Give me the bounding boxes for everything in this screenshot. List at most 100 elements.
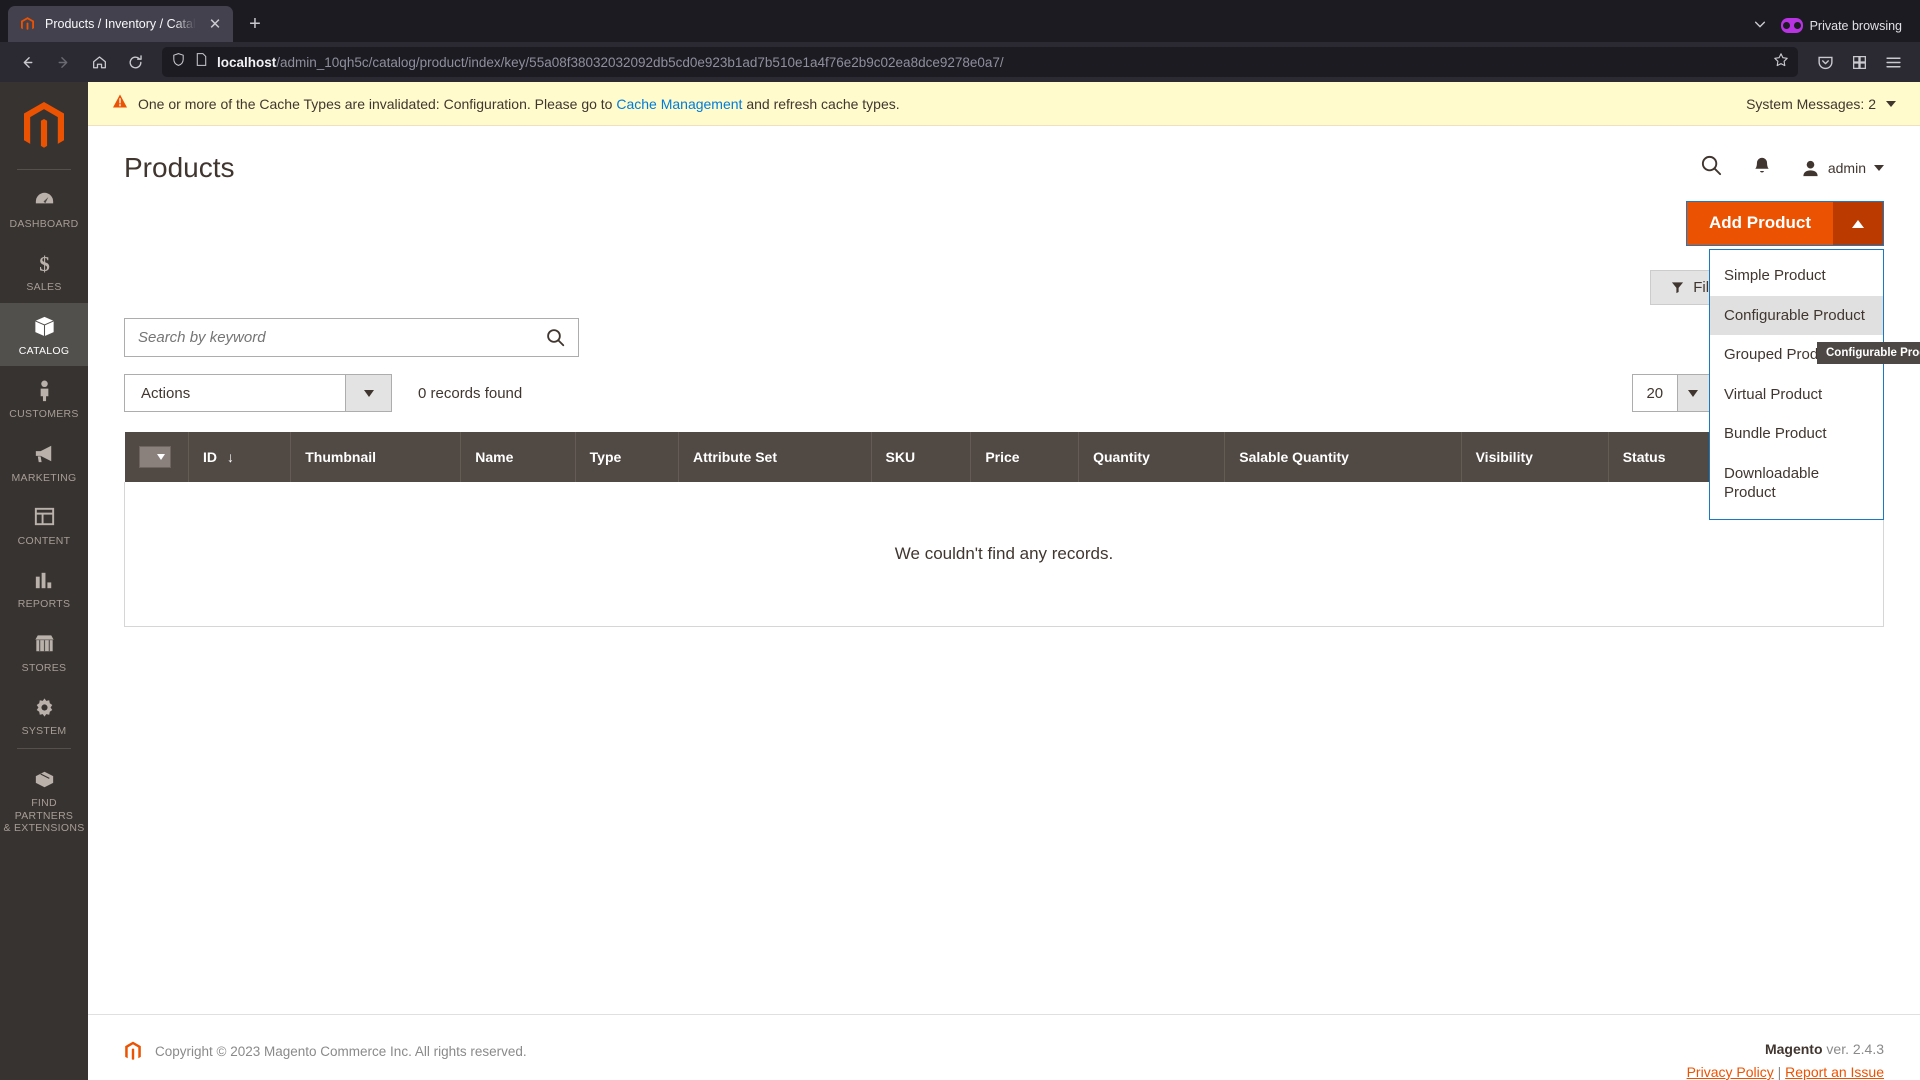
url-bar[interactable]: localhost/admin_10qh5c/catalog/product/i… [162,47,1798,77]
column-visibility[interactable]: Visibility [1461,432,1609,482]
browser-chrome: Products / Inventory / Catalog / ✕ + Pri… [0,0,1920,82]
package-icon [2,766,86,792]
close-icon[interactable]: ✕ [205,14,225,34]
column-attribute-set[interactable]: Attribute Set [678,432,872,482]
caret-up-icon [1852,219,1864,228]
sidebar-item-find-partners[interactable]: FIND PARTNERS & EXTENSIONS [0,755,88,843]
chevron-down-icon[interactable] [1753,17,1767,34]
products-grid: ID ↓ Thumbnail Name Type Attribute Set SK… [124,432,1884,627]
funnel-icon [1671,281,1684,294]
page-title: Products [124,152,235,183]
column-salable-quantity[interactable]: Salable Quantity [1224,432,1462,482]
bell-icon[interactable] [1751,155,1773,182]
person-icon [2,377,86,403]
chevron-down-icon[interactable] [345,375,391,411]
link-separator: | [1773,1064,1786,1080]
per-page-dropdown[interactable]: 20 [1631,374,1710,412]
version-line: Magento ver. 2.4.3 [1687,1041,1884,1057]
main-content: One or more of the Cache Types are inval… [88,82,1920,1080]
caret-glyph [1688,389,1699,397]
menu-item-downloadable-product[interactable]: Downloadable Product [1710,454,1883,513]
search-icon[interactable] [1700,154,1723,182]
actions-dropdown[interactable]: Actions [124,374,392,412]
copyright-text: Copyright © 2023 Magento Commerce Inc. A… [155,1044,527,1059]
add-product-dropdown-toggle[interactable] [1833,202,1883,245]
chevron-down-icon [1874,165,1884,171]
sidebar-item-content[interactable]: CONTENT [0,493,88,556]
megaphone-icon [2,441,86,467]
column-id[interactable]: ID ↓ [188,432,292,482]
tab-strip: Products / Inventory / Catalog / ✕ + Pri… [0,0,1920,42]
add-product-button[interactable]: Add Product [1687,202,1833,245]
column-label: Visibility [1475,449,1533,465]
sidebar-item-stores[interactable]: STORES [0,620,88,683]
column-quantity[interactable]: Quantity [1078,432,1226,482]
privacy-policy-link[interactable]: Privacy Policy [1687,1064,1774,1080]
sidebar-item-system[interactable]: SYSTEM [0,683,88,746]
cache-message-text: One or more of the Cache Types are inval… [138,96,1736,112]
sidebar-label: FIND PARTNERS & EXTENSIONS [3,797,85,835]
cache-management-link[interactable]: Cache Management [616,96,742,112]
actions-row: Actions 0 records found 20 per page [124,374,1884,412]
extensions-icon[interactable] [1843,46,1875,78]
sidebar-divider-bottom [17,748,71,750]
select-all-dropdown[interactable] [138,446,171,468]
grid-body: We couldn't find any records. [124,482,1884,627]
browser-tab[interactable]: Products / Inventory / Catalog / ✕ [8,6,233,42]
search-box[interactable] [124,318,579,357]
gear-icon [2,694,86,720]
reload-icon[interactable] [119,46,151,78]
forward-arrow-icon[interactable] [47,46,79,78]
menu-item-bundle-product[interactable]: Bundle Product [1710,414,1883,454]
star-icon[interactable] [1773,52,1789,72]
column-label: SKU [885,449,916,465]
search-icon[interactable] [546,328,565,347]
menu-item-virtual-product[interactable]: Virtual Product [1710,375,1883,415]
new-tab-button[interactable]: + [239,8,271,40]
sidebar-label: REPORTS [17,598,71,611]
back-arrow-icon[interactable] [11,46,43,78]
system-messages-toggle[interactable]: System Messages: 2 [1746,96,1896,112]
admin-username: admin [1827,160,1866,176]
sidebar-item-catalog[interactable]: CATALOG [0,302,88,367]
actions-label: Actions [141,384,191,402]
url-path: /admin_10qh5c/catalog/product/index/key/… [276,54,1004,70]
caret-glyph [363,389,374,397]
column-price[interactable]: Price [970,432,1080,482]
add-product-split-button: Add Product [1686,201,1884,246]
product-type-dropdown-menu: Simple Product Configurable Product Grou… [1709,249,1920,520]
footer-right: Magento ver. 2.4.3 Privacy Policy | Repo… [1687,1041,1884,1080]
message-text-before: One or more of the Cache Types are inval… [138,95,617,112]
column-thumbnail[interactable]: Thumbnail [290,432,462,482]
search-input[interactable] [138,329,546,346]
home-icon[interactable] [83,46,115,78]
search-row [124,318,1884,357]
hamburger-menu-icon[interactable] [1877,46,1909,78]
sidebar-item-marketing[interactable]: MARKETING [0,430,88,493]
sidebar-label: CONTENT [17,534,71,547]
report-issue-link[interactable]: Report an Issue [1785,1064,1884,1080]
column-name[interactable]: Name [460,432,576,482]
pocket-icon[interactable] [1809,46,1841,78]
sidebar-item-sales[interactable]: $ SALES [0,239,88,302]
svg-text:$: $ [39,252,50,276]
sidebar-label: DASHBOARD [9,218,79,230]
navigation-bar: localhost/admin_10qh5c/catalog/product/i… [0,42,1920,82]
page-icon [194,52,209,72]
column-select-all[interactable] [124,432,189,482]
admin-user-menu[interactable]: admin [1801,159,1884,178]
column-type[interactable]: Type [575,432,679,482]
sidebar-label: SYSTEM [21,725,67,737]
dollar-icon: $ [2,250,86,276]
magento-logo-icon[interactable] [21,101,67,153]
menu-item-configurable-product[interactable]: Configurable Product [1710,295,1883,335]
page-footer: Copyright © 2023 Magento Commerce Inc. A… [88,1014,1920,1080]
message-text-after: and refresh cache types. [742,95,900,112]
chevron-down-icon[interactable] [1676,375,1709,411]
menu-item-simple-product[interactable]: Simple Product [1710,256,1883,296]
sidebar-item-reports[interactable]: REPORTS [0,556,88,619]
sidebar-item-customers[interactable]: CUSTOMERS [0,366,88,429]
magento-favicon-icon [19,16,36,33]
column-sku[interactable]: SKU [871,432,972,482]
sidebar-item-dashboard[interactable]: DASHBOARD [0,176,88,239]
